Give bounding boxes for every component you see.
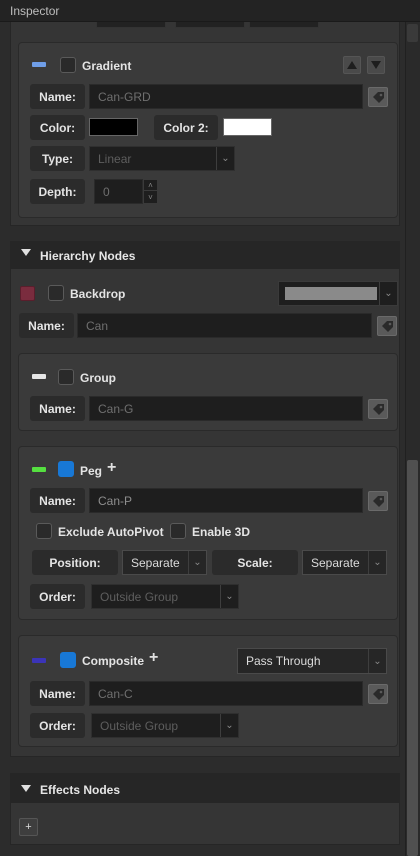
- gradient-type-label: Type:: [30, 146, 85, 171]
- group-enable-checkbox[interactable]: [58, 369, 74, 385]
- scrollbar-top-thumb[interactable]: [407, 24, 418, 42]
- group-name-input[interactable]: Can-G: [89, 396, 363, 421]
- composite-mode-value: Pass Through: [246, 654, 321, 668]
- position-dropdown[interactable]: Separate ⌄: [122, 550, 207, 575]
- gradient-color2-label: Color 2:: [154, 115, 218, 140]
- group-color-swatch: [32, 374, 46, 379]
- stepper-down-icon[interactable]: ˅: [144, 192, 157, 203]
- gradient-type-dropdown[interactable]: Linear ⌄: [89, 146, 235, 171]
- gradient-tag-button[interactable]: [368, 87, 388, 107]
- gradient-color1-picker[interactable]: [89, 118, 138, 136]
- group-panel: Group Name: Can-G: [18, 353, 398, 431]
- triangle-down-icon: [21, 249, 31, 256]
- composite-panel: Composite + Pass Through ⌄ Name: Can-C O…: [18, 635, 398, 747]
- window-title: Inspector: [10, 4, 60, 18]
- gradient-color-label: Color:: [30, 115, 85, 140]
- composite-order-dropdown[interactable]: Outside Group ⌄: [91, 713, 239, 738]
- composite-order-label: Order:: [30, 713, 85, 738]
- chevron-down-icon: ⌄: [368, 551, 386, 574]
- plus-icon: +: [25, 821, 32, 833]
- group-tag-button[interactable]: [368, 399, 388, 419]
- exclude-autopivot-label: Exclude AutoPivot: [58, 525, 164, 539]
- composite-add-button[interactable]: +: [149, 649, 158, 667]
- scale-dropdown[interactable]: Separate ⌄: [302, 550, 387, 575]
- gradient-name-label: Name:: [30, 84, 85, 109]
- composite-enable-checkbox[interactable]: [60, 652, 76, 668]
- backdrop-color-dropdown[interactable]: ⌄: [278, 281, 398, 306]
- arrow-down-icon: [371, 61, 381, 69]
- backdrop-color-preview: [285, 287, 377, 300]
- backdrop-title: Backdrop: [70, 287, 126, 301]
- window-titlebar: Inspector: [0, 0, 420, 22]
- chevron-down-icon: ⌄: [216, 147, 234, 170]
- position-label: Position:: [32, 550, 118, 575]
- peg-title: Peg: [80, 464, 103, 478]
- backdrop-name-label: Name:: [19, 313, 74, 338]
- composite-tag-button[interactable]: [368, 684, 388, 704]
- gradient-color-swatch: [32, 62, 46, 67]
- backdrop-color-swatch: [20, 286, 35, 301]
- move-up-button[interactable]: [343, 56, 361, 74]
- backdrop-tag-button[interactable]: [377, 316, 397, 336]
- peg-tag-button[interactable]: [368, 491, 388, 511]
- scale-label: Scale:: [212, 550, 298, 575]
- gradient-name-input[interactable]: Can-GRD: [89, 84, 363, 109]
- chevron-down-icon: ⌄: [188, 551, 206, 574]
- hierarchy-nodes-title: Hierarchy Nodes: [40, 249, 136, 263]
- tag-icon: [373, 689, 384, 700]
- depth-stepper[interactable]: ˄ ˅: [143, 179, 158, 204]
- composite-name-label: Name:: [30, 681, 85, 706]
- exclude-autopivot-checkbox[interactable]: [36, 523, 52, 539]
- chevron-down-icon: ⌄: [368, 649, 386, 673]
- chevron-down-icon: ⌄: [220, 714, 238, 737]
- composite-name-input[interactable]: Can-C: [89, 681, 363, 706]
- composite-title: Composite: [82, 654, 145, 668]
- gradient-depth-input[interactable]: 0: [94, 179, 143, 204]
- add-effect-button[interactable]: +: [19, 818, 38, 836]
- peg-panel: Peg + Name: Can-P Exclude AutoPivot Enab…: [18, 446, 398, 620]
- scale-value: Separate: [311, 555, 360, 570]
- arrow-up-icon: [347, 61, 357, 69]
- stepper-up-icon[interactable]: ˄: [144, 180, 157, 191]
- chevron-down-icon: ⌄: [379, 282, 397, 305]
- composite-color-swatch: [32, 658, 46, 663]
- effects-nodes-header[interactable]: Effects Nodes: [10, 773, 400, 803]
- peg-order-dropdown[interactable]: Outside Group ⌄: [91, 584, 239, 609]
- triangle-down-icon: [21, 785, 31, 792]
- group-name-label: Name:: [30, 396, 85, 421]
- tag-icon: [373, 404, 384, 415]
- backdrop-enable-checkbox[interactable]: [48, 285, 64, 301]
- peg-name-input[interactable]: Can-P: [89, 488, 363, 513]
- composite-mode-dropdown[interactable]: Pass Through ⌄: [237, 648, 387, 674]
- gradient-depth-label: Depth:: [30, 179, 85, 204]
- peg-enable-checkbox[interactable]: [58, 461, 74, 477]
- chevron-down-icon: ⌄: [220, 585, 238, 608]
- gradient-panel: Gradient Name: Can-GRD Color: Color 2: T…: [18, 42, 398, 218]
- hierarchy-nodes-header[interactable]: Hierarchy Nodes: [10, 241, 400, 269]
- peg-order-label: Order:: [30, 584, 85, 609]
- scrollbar-thumb[interactable]: [407, 460, 418, 856]
- tag-icon: [382, 321, 393, 332]
- tag-icon: [373, 92, 384, 103]
- tag-icon: [373, 496, 384, 507]
- gradient-color2-picker[interactable]: [223, 118, 272, 136]
- gradient-enable-checkbox[interactable]: [60, 57, 76, 73]
- gradient-type-value: Linear: [98, 151, 132, 166]
- peg-color-swatch: [32, 467, 46, 472]
- peg-order-value: Outside Group: [100, 589, 179, 604]
- backdrop-name-input[interactable]: Can: [77, 313, 372, 338]
- move-down-button[interactable]: [367, 56, 385, 74]
- composite-order-value: Outside Group: [100, 718, 179, 733]
- effects-nodes-title: Effects Nodes: [40, 783, 121, 797]
- peg-name-label: Name:: [30, 488, 85, 513]
- enable-3d-checkbox[interactable]: [170, 523, 186, 539]
- peg-add-button[interactable]: +: [107, 459, 116, 477]
- gradient-title: Gradient: [82, 59, 132, 73]
- enable-3d-label: Enable 3D: [192, 525, 251, 539]
- group-title: Group: [80, 371, 116, 385]
- position-value: Separate: [131, 555, 180, 570]
